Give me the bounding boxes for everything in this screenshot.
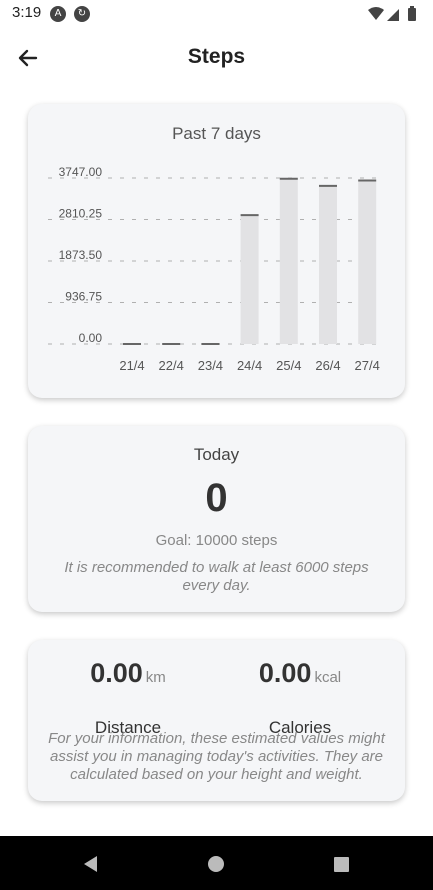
distance-value: 0.00 [90,658,143,688]
x-tick-label: 26/4 [315,358,340,373]
home-circle-icon[interactable] [204,852,228,876]
steps-bar-chart: 0.00 936.75 1873.50 2810.25 3747.00 21/4 22/4 2… [48,165,383,373]
y-tick-label: 1873.50 [59,248,103,262]
battery-icon [408,6,416,21]
status-time: 3:19 [12,4,42,21]
y-tick-label: 936.75 [65,290,102,304]
status-bar: 3:19 A ↻ ! [0,0,433,28]
today-steps-count: 0 [205,476,228,520]
distance-unit: km [145,669,166,686]
a-icon: A [50,6,66,22]
x-tick-label: 22/4 [159,358,184,373]
today-card: Today 0 Goal: 10000 steps It is recommen… [28,426,405,612]
x-tick-label: 25/4 [276,358,301,373]
x-tick-label: 24/4 [237,358,262,373]
calories-value: 0.00 [258,658,312,688]
chart-title: Past 7 days [172,124,261,143]
y-tick-label: 0.00 [79,331,103,345]
calories-metric: 0.00 kcal Calories [206,658,394,737]
x-tick-label: 27/4 [355,358,380,373]
bar [358,180,377,344]
bar [240,215,259,344]
page-title: Steps [187,45,246,68]
wifi-icon [368,7,384,20]
info-note: For your information, these estimated va… [48,730,385,783]
chart-card: 0.00 936.75 1873.50 2810.25 3747.00 21/4 22/4 2… [28,104,405,398]
y-tick-label: 2810.25 [59,207,103,221]
x-tick-label: 21/4 [119,358,144,373]
signal-icon: ! [387,9,400,23]
back-triangle-icon[interactable] [79,852,103,876]
today-label: Today [193,445,240,464]
bar [279,178,298,344]
calories-unit: kcal [314,669,342,686]
svg-text:!: ! [397,14,400,23]
bar [319,185,337,344]
system-nav-bar [0,836,433,890]
status-right-icons: ! [368,6,416,23]
app-bar: Steps [0,28,433,88]
metrics-card: 0.00 km Distance 0.00 kcal Calories For yo… [28,640,405,801]
x-tick-label: 23/4 [198,358,223,373]
y-tick-label: 3747.00 [59,165,103,179]
sync-icon: ↻ [74,6,90,22]
distance-metric: 0.00 km Distance [34,658,222,737]
goal-text: Goal: 10000 steps [155,532,278,549]
recents-square-icon[interactable] [329,852,353,876]
recommendation-text: It is recommended to walk at least 6000 … [64,559,369,594]
